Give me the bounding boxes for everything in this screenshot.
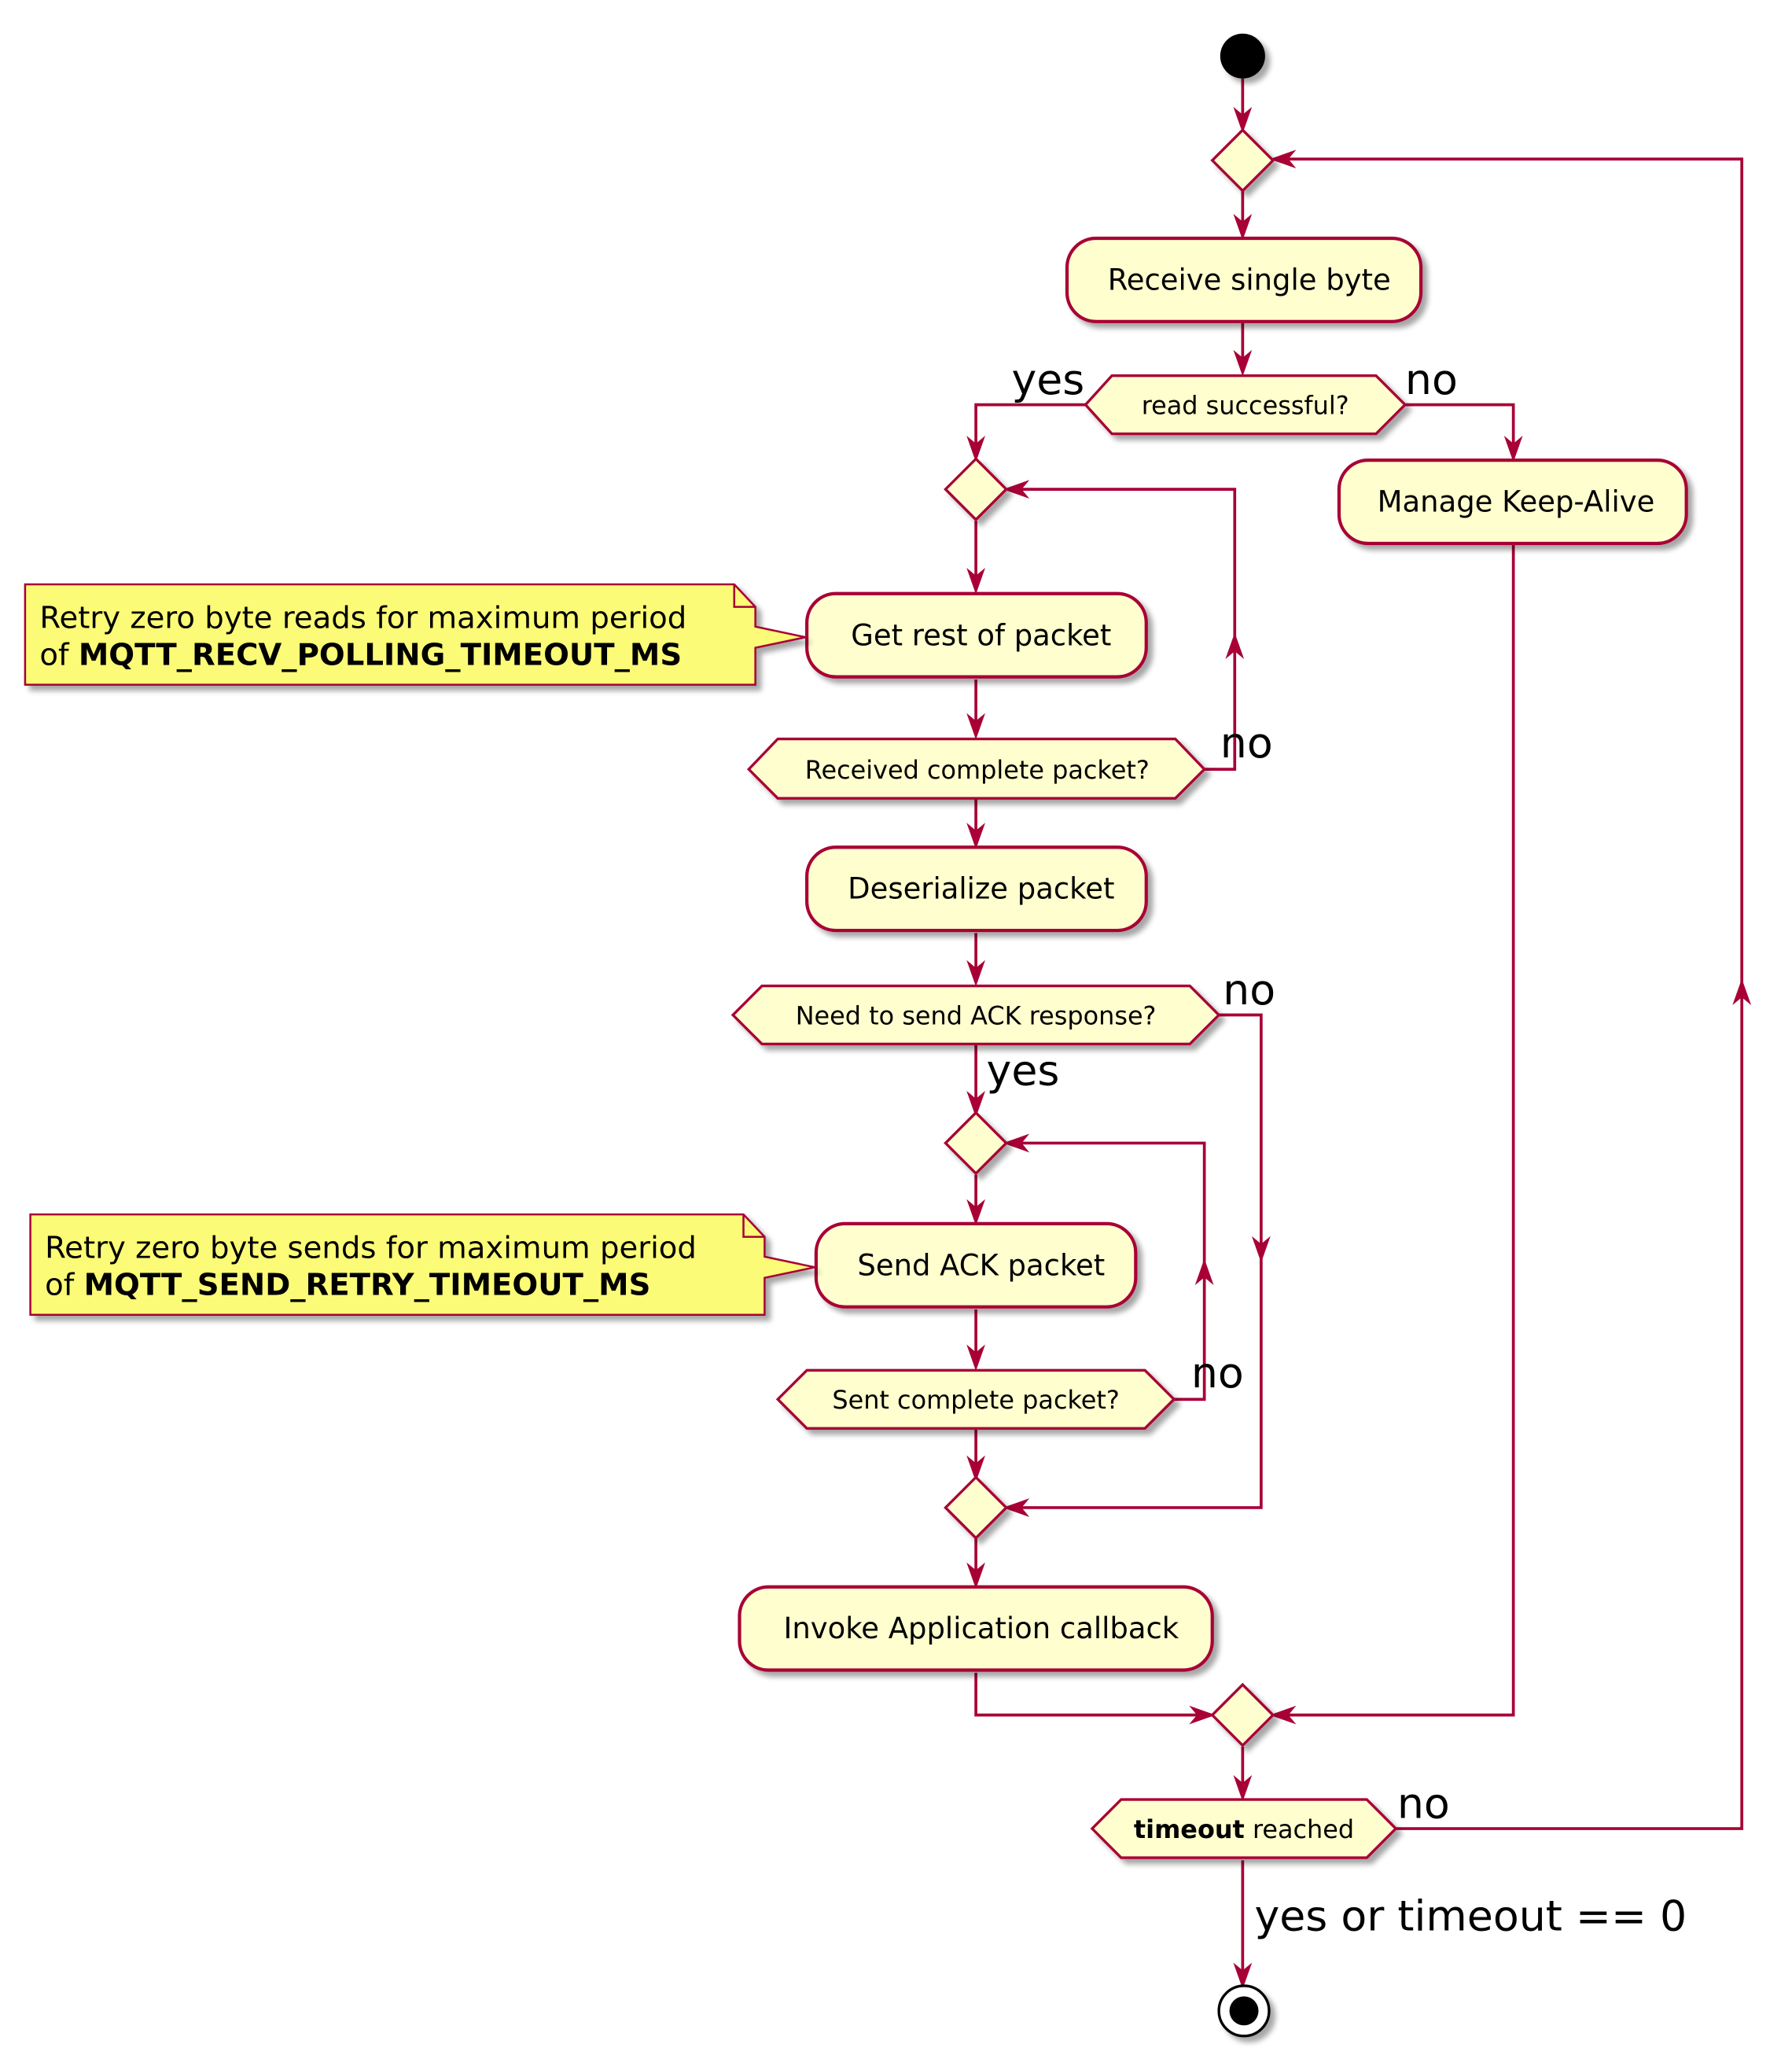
activity-deserialize-packet: Deserialize packet — [805, 845, 1148, 933]
decision-label: timeout reached — [1134, 1814, 1354, 1844]
merge-read-loop — [944, 457, 1009, 522]
label-timeout-no: no — [1397, 1779, 1450, 1829]
edge-read-yes — [974, 403, 1086, 455]
activity-manage-keep-alive: Manage Keep-Alive — [1337, 459, 1688, 546]
note-send-retry-timeout: Retry zero byte sends for maximum period… — [29, 1213, 815, 1317]
decision-received-complete-packet: Received complete packet? — [746, 737, 1206, 800]
merge-ack-join — [944, 1475, 1009, 1540]
label-read-yes: yes — [1011, 355, 1084, 404]
activity-label: Manage Keep-Alive — [1378, 485, 1655, 519]
label-ack-no: no — [1223, 965, 1275, 1015]
activity-get-rest-of-packet: Get rest of packet — [805, 591, 1148, 679]
decision-label: read successful? — [1142, 390, 1349, 420]
decision-label: Received complete packet? — [805, 755, 1150, 785]
merge-final — [1210, 1682, 1275, 1748]
note-line-1: Retry zero byte reads for maximum period — [39, 600, 686, 635]
end-node — [1217, 1984, 1271, 2038]
note-constant: MQTT_RECV_POLLING_TIMEOUT_MS — [79, 637, 682, 672]
decision-read-successful: read successful? — [1084, 374, 1407, 436]
label-sent-no: no — [1191, 1348, 1244, 1398]
edge-keepalive-to-merge5 — [1274, 544, 1515, 1717]
label-read-no: no — [1405, 355, 1458, 404]
activity-invoke-application-callback: Invoke Application callback — [738, 1585, 1214, 1672]
merge-send-loop — [944, 1111, 1009, 1176]
activity-diagram: Receive single byte Manage Keep-Alive Ge… — [24, 33, 1752, 2038]
note-prefix: of — [39, 637, 79, 672]
timeout-bold: timeout — [1134, 1814, 1245, 1844]
note-recv-polling-timeout: Retry zero byte reads for maximum period… — [24, 583, 806, 686]
activity-send-ack-packet: Send ACK packet — [814, 1221, 1138, 1309]
activity-receive-single-byte: Receive single byte — [1065, 236, 1423, 323]
label-timeout-yes: yes or timeout == 0 — [1254, 1891, 1687, 1940]
note-prefix: of — [45, 1268, 84, 1303]
note-line-2: of MQTT_RECV_POLLING_TIMEOUT_MS — [39, 637, 682, 672]
timeout-rest: reached — [1245, 1814, 1354, 1844]
activity-label: Deserialize packet — [848, 872, 1114, 906]
edge-read-no — [1404, 403, 1515, 455]
label-received-no: no — [1220, 718, 1273, 768]
activity-label: Get rest of packet — [851, 618, 1111, 652]
decision-label: Need to send ACK response? — [796, 1000, 1157, 1030]
activity-label: Receive single byte — [1108, 263, 1391, 297]
decision-timeout-reached: timeout reached — [1090, 1798, 1398, 1859]
merge-loop-top — [1210, 127, 1275, 193]
note-line-1: Retry zero byte sends for maximum period — [45, 1231, 697, 1266]
activity-label: Send ACK packet — [857, 1248, 1105, 1282]
note-line-2: of MQTT_SEND_RETRY_TIMEOUT_MS — [45, 1268, 650, 1303]
edge-invoke-to-merge5 — [974, 1672, 1212, 1717]
note-constant: MQTT_SEND_RETRY_TIMEOUT_MS — [84, 1268, 651, 1303]
decision-sent-complete-packet: Sent complete packet? — [775, 1368, 1176, 1430]
label-ack-yes: yes — [987, 1046, 1060, 1096]
decision-need-ack-response: Need to send ACK response? — [730, 984, 1221, 1046]
activity-label: Invoke Application callback — [783, 1611, 1179, 1645]
decision-label: Sent complete packet? — [832, 1385, 1120, 1415]
start-node — [1220, 33, 1265, 79]
